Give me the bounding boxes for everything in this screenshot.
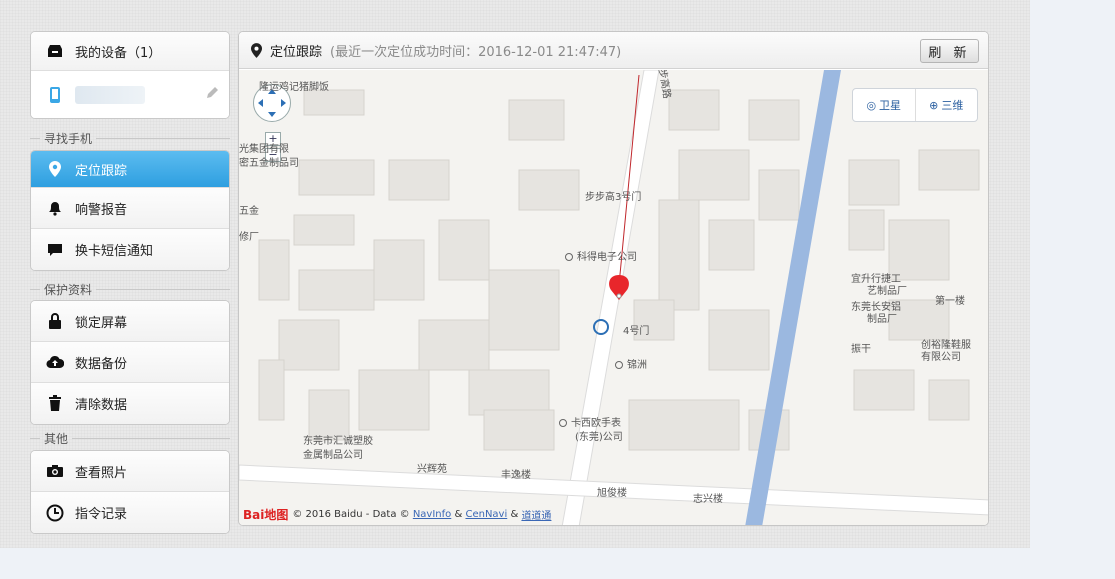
my-devices-label: 我的设备（1） — [75, 45, 162, 61]
panel-header: 定位跟踪 (最近一次定位成功时间：2016-12-01 21:47:47) 刷 … — [239, 32, 988, 69]
map-label: 卡西欧手表 — [559, 414, 621, 429]
satellite-label: 卫星 — [879, 99, 902, 112]
map-label: 振干 — [851, 344, 871, 355]
map-label: 旭俊楼 — [597, 488, 627, 499]
map-label: 锦洲 — [615, 356, 647, 371]
map-label: 东莞市汇诚塑胶 — [303, 436, 373, 447]
3d-button[interactable]: ⊕ 三维 — [916, 89, 978, 121]
sidebar-item-backup[interactable]: 数据备份 — [31, 342, 229, 383]
map-label: (东莞)公司 — [575, 432, 623, 443]
map-label: 科得电子公司 — [565, 248, 637, 263]
device-name-blurred — [75, 85, 145, 104]
map-label: 步步高3号门 — [585, 192, 642, 203]
copyright-amp: & — [510, 509, 519, 520]
find-phone-group: 定位跟踪 响警报音 换卡短信通知 — [30, 150, 230, 271]
section-other: 其他 — [30, 430, 230, 446]
device-entry[interactable] — [31, 71, 229, 118]
sidebar-item-label: 定位跟踪 — [75, 163, 128, 179]
refresh-button[interactable]: 刷 新 — [920, 39, 979, 63]
3d-label: 三维 — [941, 99, 964, 112]
section-find-phone: 寻找手机 — [30, 130, 230, 146]
lock-icon — [45, 311, 65, 331]
my-devices-header[interactable]: 我的设备（1） — [31, 32, 229, 71]
map-copyright: Bai地图 © 2016 Baidu - Data © NavInfo & Ce… — [243, 506, 551, 523]
trash-icon — [45, 394, 65, 414]
section-protect-label: 保护资料 — [44, 282, 93, 297]
compass-icon: ◎ — [866, 98, 877, 112]
sidebar-item-photos[interactable]: 查看照片 — [31, 451, 229, 492]
map-label: 金属制品公司 — [303, 450, 363, 461]
camera-icon — [45, 461, 65, 481]
cloud-upload-icon — [45, 352, 65, 372]
sidebar-item-label: 数据备份 — [75, 356, 128, 372]
map-label: 修厂 — [239, 232, 259, 243]
device-group: 我的设备（1） — [30, 31, 230, 119]
section-other-label: 其他 — [44, 431, 69, 446]
sidebar-item-alarm[interactable]: 响警报音 — [31, 188, 229, 229]
phone-icon — [45, 85, 65, 105]
sidebar-item-sim-notify[interactable]: 换卡短信通知 — [31, 229, 229, 270]
cennavi-link[interactable]: CenNavi — [465, 509, 507, 520]
last-located-time: (最近一次定位成功时间：2016-12-01 21:47:47) — [330, 44, 622, 60]
map-view[interactable]: + − ◎ 卫星 ⊕ 三维 隆运鸡记猪脚饭 光集团有限 密五金制品司 五金 修厂 步… — [239, 70, 988, 525]
sidebar-item-label: 清除数据 — [75, 398, 128, 413]
bell-icon — [45, 198, 65, 218]
map-label: 五金 — [239, 206, 259, 217]
map-label: 第一楼 — [935, 296, 965, 307]
map-label: 丰逸楼 — [501, 470, 531, 481]
map-type-switch: ◎ 卫星 ⊕ 三维 — [852, 88, 978, 122]
edit-pencil-icon[interactable] — [205, 86, 219, 104]
sidebar-item-label: 指令记录 — [75, 507, 128, 522]
location-pin-icon — [45, 159, 65, 179]
baidu-map-logo: Bai地图 — [243, 508, 289, 522]
sidebar-item-label: 换卡短信通知 — [75, 244, 154, 259]
sidebar-item-lock-screen[interactable]: 锁定屏幕 — [31, 301, 229, 342]
satellite-button[interactable]: ◎ 卫星 — [853, 89, 916, 121]
section-find-phone-label: 寻找手机 — [44, 131, 93, 146]
copyright-amp: & — [454, 509, 463, 520]
protect-group: 锁定屏幕 数据备份 清除数据 — [30, 300, 230, 425]
inbox-icon — [45, 41, 65, 61]
daodaotong-link[interactable]: 道道通 — [521, 507, 551, 522]
location-pin-icon — [251, 42, 262, 58]
panel-title: 定位跟踪 — [270, 44, 323, 60]
section-protect: 保护资料 — [30, 281, 230, 297]
map-label: 志兴楼 — [693, 494, 723, 505]
sidebar-item-locate[interactable]: 定位跟踪 — [31, 151, 229, 188]
page-background: 我的设备（1） 寻找手机 定位跟踪 响警报音 换卡短信通知 保护资料 锁定屏幕 … — [0, 0, 1030, 548]
map-label: 隆运鸡记猪脚饭 — [259, 82, 329, 93]
navinfo-link[interactable]: NavInfo — [413, 509, 451, 520]
map-label: 艺制品厂 — [867, 286, 907, 297]
map-label: 光集团有限 — [239, 144, 289, 155]
clock-icon — [45, 503, 65, 523]
chat-bubble-icon — [45, 240, 65, 260]
sidebar-item-command-log[interactable]: 指令记录 — [31, 492, 229, 533]
crosshair-icon: ⊕ — [929, 98, 939, 112]
map-label: 兴辉苑 — [417, 464, 447, 475]
other-group: 查看照片 指令记录 — [30, 450, 230, 534]
map-label: 4号门 — [623, 326, 650, 337]
copyright-text: © 2016 Baidu - Data © — [292, 509, 410, 520]
sidebar-item-label: 查看照片 — [75, 465, 128, 481]
location-panel: 定位跟踪 (最近一次定位成功时间：2016-12-01 21:47:47) 刷 … — [238, 31, 989, 526]
map-label: 密五金制品司 — [239, 158, 299, 169]
map-label: 有限公司 — [921, 352, 961, 363]
sidebar-item-label: 响警报音 — [75, 202, 128, 218]
map-label: 制品厂 — [867, 314, 897, 325]
sidebar-item-label: 锁定屏幕 — [75, 315, 128, 331]
sidebar-item-wipe[interactable]: 清除数据 — [31, 383, 229, 424]
